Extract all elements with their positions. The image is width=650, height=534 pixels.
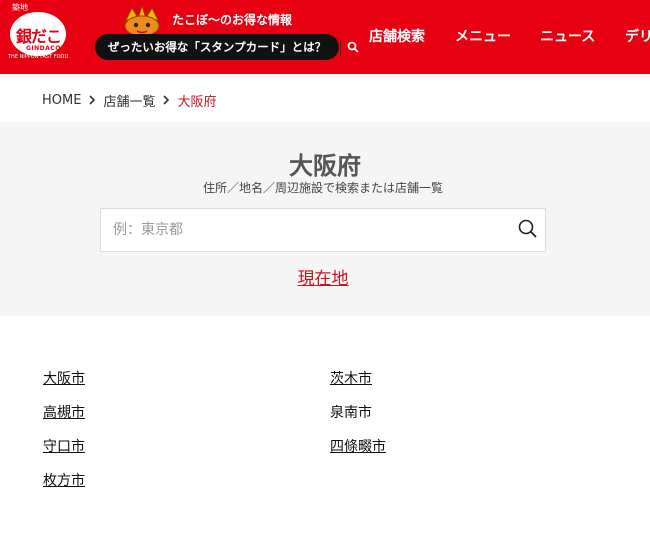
search-box bbox=[100, 208, 546, 252]
city-link[interactable]: 守口市 bbox=[43, 436, 85, 456]
stamp-card-button[interactable]: ぜったいお得な「スタンプカード」とは？ bbox=[95, 34, 339, 60]
search-input[interactable] bbox=[113, 209, 503, 251]
search-icon[interactable] bbox=[517, 218, 539, 240]
chevron-right-icon bbox=[89, 95, 96, 105]
takobo-mascot-icon bbox=[124, 6, 160, 36]
site-header: 築地 銀だこ GINDACO THE NIPPON FAST FOOD. たこぼ… bbox=[0, 0, 650, 74]
breadcrumb-current: 大阪府 bbox=[177, 94, 217, 110]
promo-divider bbox=[340, 40, 341, 56]
breadcrumb-store-list[interactable]: 店舗一覧 bbox=[103, 91, 155, 110]
city-link[interactable]: 茨木市 bbox=[330, 368, 372, 388]
nav-store-search[interactable]: 店舗検索 bbox=[369, 26, 425, 46]
city-label: 泉南市 bbox=[330, 405, 372, 421]
search-panel: 大阪府 住所／地名／周辺施設で検索または店舗一覧 現在地 bbox=[0, 122, 650, 316]
logo-tagline: THE NIPPON FAST FOOD. bbox=[8, 54, 70, 60]
promo-heading: たこぼ〜のお得な情報 bbox=[172, 13, 293, 27]
page-title: 大阪府 bbox=[289, 152, 361, 180]
logo-main-text: 銀だこ bbox=[16, 27, 62, 46]
nav-delivery[interactable]: デリ bbox=[625, 26, 650, 46]
search-icon[interactable] bbox=[347, 41, 359, 53]
nav-news[interactable]: ニュース bbox=[540, 26, 595, 46]
breadcrumb-home[interactable]: HOME bbox=[42, 93, 81, 108]
city-link[interactable]: 枚方市 bbox=[43, 470, 85, 490]
city-link[interactable]: 高槻市 bbox=[43, 402, 85, 422]
logo-kanji: 築地 bbox=[12, 3, 28, 12]
gindaco-logo[interactable]: 築地 銀だこ GINDACO THE NIPPON FAST FOOD. bbox=[8, 3, 86, 62]
logo-romaji: GINDACO bbox=[26, 45, 61, 52]
city-link[interactable]: 大阪市 bbox=[43, 368, 85, 388]
nav-menu[interactable]: メニュー bbox=[455, 26, 511, 46]
chevron-right-icon bbox=[163, 95, 170, 105]
current-location-link[interactable]: 現在地 bbox=[0, 264, 646, 289]
breadcrumb: HOME 店舗一覧 大阪府 bbox=[42, 90, 216, 110]
page-subtitle: 住所／地名／周辺施設で検索または店舗一覧 bbox=[202, 181, 443, 195]
city-link[interactable]: 四條畷市 bbox=[330, 436, 386, 456]
